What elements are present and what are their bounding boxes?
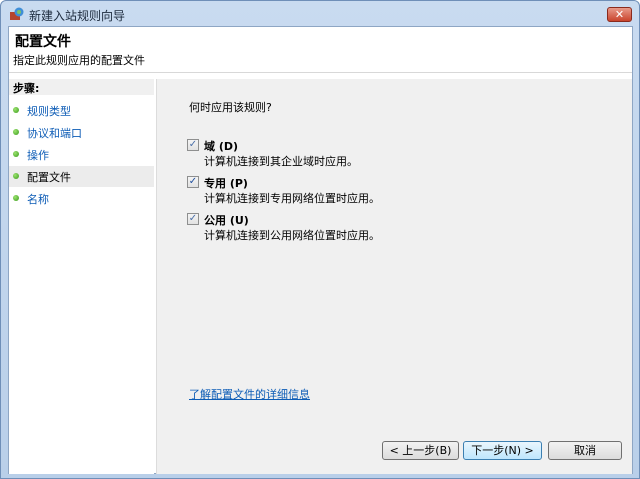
- window-title: 新建入站规则向导: [29, 9, 126, 23]
- steps-pane: 步骤: 规则类型 协议和端口 操作 配置文件 名称: [9, 79, 154, 474]
- private-checkbox[interactable]: ✓: [187, 176, 199, 188]
- option-label: 域 (D): [204, 140, 239, 153]
- step-label: 操作: [27, 149, 49, 162]
- domain-checkbox[interactable]: ✓: [187, 139, 199, 151]
- page-header: 配置文件 指定此规则应用的配置文件: [9, 27, 632, 73]
- firewall-icon: [10, 7, 24, 20]
- step-dot-icon: [13, 173, 19, 179]
- option-label: 公用 (U): [204, 214, 249, 227]
- step-dot-icon: [13, 195, 19, 201]
- step-dot-icon: [13, 107, 19, 113]
- step-name[interactable]: 名称: [9, 188, 154, 209]
- steps-heading: 步骤:: [9, 79, 154, 95]
- question-label: 何时应用该规则?: [189, 101, 272, 114]
- option-description: 计算机连接到公用网络位置时应用。: [204, 229, 380, 242]
- wizard-body: 配置文件 指定此规则应用的配置文件 步骤: 规则类型 协议和端口 操作 配置文件…: [8, 26, 633, 474]
- step-label: 配置文件: [27, 171, 71, 184]
- cancel-button[interactable]: 取消: [548, 441, 622, 460]
- option-description: 计算机连接到专用网络位置时应用。: [204, 192, 380, 205]
- next-button[interactable]: 下一步(N) >: [463, 441, 542, 460]
- step-label: 规则类型: [27, 105, 71, 118]
- step-dot-icon: [13, 129, 19, 135]
- title-bar: 新建入站规则向导 ✕: [1, 1, 639, 26]
- step-label: 名称: [27, 193, 49, 206]
- option-label: 专用 (P): [204, 177, 248, 190]
- public-checkbox[interactable]: ✓: [187, 213, 199, 225]
- back-button[interactable]: < 上一步(B): [382, 441, 459, 460]
- content-pane: 何时应用该规则? ✓ 域 (D) 计算机连接到其企业域时应用。 ✓ 专用 (P) 计算机…: [156, 79, 632, 474]
- step-dot-icon: [13, 151, 19, 157]
- wizard-window: 新建入站规则向导 ✕ 配置文件 指定此规则应用的配置文件 步骤: 规则类型 协议…: [0, 0, 640, 479]
- step-profile[interactable]: 配置文件: [9, 166, 154, 187]
- step-rule-type[interactable]: 规则类型: [9, 100, 154, 121]
- option-description: 计算机连接到其企业域时应用。: [204, 155, 358, 168]
- page-title: 配置文件: [15, 34, 71, 50]
- step-label: 协议和端口: [27, 127, 82, 140]
- page-subtitle: 指定此规则应用的配置文件: [13, 54, 145, 67]
- profile-help-link[interactable]: 了解配置文件的详细信息: [189, 386, 310, 402]
- close-button[interactable]: ✕: [607, 7, 632, 22]
- step-action[interactable]: 操作: [9, 144, 154, 165]
- step-protocol-ports[interactable]: 协议和端口: [9, 122, 154, 143]
